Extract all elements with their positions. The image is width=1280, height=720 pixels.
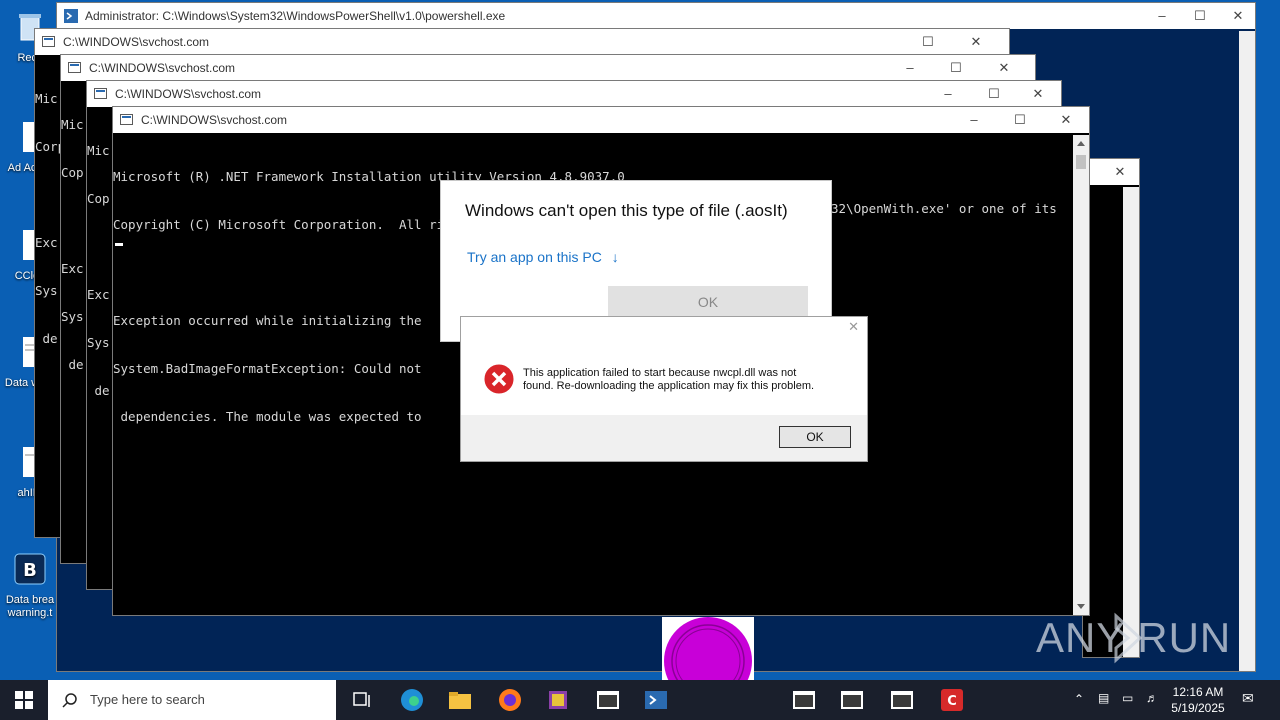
svg-text:B: B bbox=[23, 560, 37, 581]
console-icon bbox=[841, 691, 863, 709]
network-icon[interactable]: ▤ bbox=[1098, 691, 1109, 705]
overlay-box bbox=[662, 617, 754, 705]
powershell-icon bbox=[645, 691, 667, 709]
window-title: C:\WINDOWS\svchost.com bbox=[63, 35, 210, 49]
console-line-continuation: 32\OpenWith.exe' or one of its bbox=[831, 201, 1057, 216]
scroll-thumb[interactable] bbox=[1076, 155, 1086, 169]
scroll-up-arrow-icon[interactable] bbox=[1077, 141, 1085, 146]
dialog-title: Windows can't open this type of file (.a… bbox=[465, 201, 788, 220]
close-button[interactable]: ✕ bbox=[1225, 3, 1251, 29]
try-app-link[interactable]: Try an app on this PC ↓ bbox=[467, 249, 619, 265]
svchost-titlebar[interactable]: C:\WINDOWS\svchost.com – ☐ ✕ bbox=[113, 107, 1089, 133]
watermark-text: ANY RUN bbox=[1036, 614, 1232, 661]
maximize-button[interactable]: ☐ bbox=[915, 29, 941, 55]
close-button[interactable]: ✕ bbox=[848, 319, 859, 335]
ok-button[interactable]: OK bbox=[779, 426, 851, 448]
minimize-button[interactable]: – bbox=[897, 55, 923, 81]
winrar-icon bbox=[549, 691, 567, 709]
minimize-button[interactable]: – bbox=[1149, 3, 1175, 29]
svchost-titlebar[interactable]: C:\WINDOWS\svchost.com – ☐ ✕ bbox=[87, 81, 1061, 107]
powershell-taskbar-button[interactable] bbox=[632, 680, 680, 720]
console-icon bbox=[94, 88, 107, 99]
powershell-titlebar[interactable]: Administrator: C:\Windows\System32\Windo… bbox=[57, 3, 1255, 29]
console-icon bbox=[120, 114, 133, 125]
start-button[interactable] bbox=[0, 680, 48, 720]
desktop-icon-label: Data brea warning.t bbox=[5, 594, 55, 619]
svchost-titlebar[interactable]: ✕ bbox=[1083, 159, 1139, 185]
firefox-icon bbox=[499, 689, 521, 711]
clock-time: 12:16 AM bbox=[1172, 685, 1224, 699]
error-message-line: found. Re-downloading the application ma… bbox=[523, 380, 815, 392]
search-icon bbox=[62, 693, 77, 708]
error-icon bbox=[483, 363, 515, 395]
console-icon bbox=[68, 62, 81, 73]
close-button[interactable]: ✕ bbox=[1107, 159, 1133, 185]
tray-overflow-icon[interactable]: ⌃ bbox=[1074, 692, 1084, 706]
try-app-link-label: Try an app on this PC bbox=[467, 249, 602, 265]
error-dialog: ✕ This application failed to start becau… bbox=[460, 316, 868, 462]
anyrun-watermark: ANY RUN bbox=[1036, 608, 1236, 668]
monitor-icon[interactable]: ▭ bbox=[1122, 691, 1133, 705]
console-icon bbox=[42, 36, 55, 47]
window-title: Administrator: C:\Windows\System32\Windo… bbox=[85, 9, 506, 23]
console-taskbar-button[interactable] bbox=[780, 680, 828, 720]
edge-taskbar-button[interactable] bbox=[388, 680, 436, 720]
taskbar: Type here to search C ⌃ ▤ ▭ ♬ 12:16 AM 5… bbox=[0, 680, 1280, 720]
console-icon bbox=[793, 691, 815, 709]
console-taskbar-button[interactable] bbox=[878, 680, 926, 720]
console-taskbar-button[interactable] bbox=[828, 680, 876, 720]
folder-icon bbox=[449, 692, 471, 709]
ccleaner-taskbar-button[interactable]: C bbox=[928, 680, 976, 720]
bitdefender-icon: B bbox=[14, 553, 46, 585]
desktop: Recy Ad Acrob CClea Data warn ahIFI B Da… bbox=[0, 0, 1280, 705]
window-scrollbar[interactable] bbox=[1123, 187, 1139, 657]
minimize-button[interactable]: – bbox=[935, 81, 961, 107]
arrow-down-icon: ↓ bbox=[611, 249, 619, 265]
maximize-button[interactable]: ☐ bbox=[943, 55, 969, 81]
console-taskbar-button[interactable] bbox=[584, 680, 632, 720]
window-title: C:\WINDOWS\svchost.com bbox=[141, 113, 288, 127]
maximize-button[interactable]: ☐ bbox=[981, 81, 1007, 107]
close-button[interactable]: ✕ bbox=[1025, 81, 1051, 107]
minimize-button[interactable]: – bbox=[961, 107, 987, 133]
task-view-icon bbox=[353, 692, 370, 707]
svchost-titlebar[interactable]: C:\WINDOWS\svchost.com – ☐ ✕ bbox=[61, 55, 1035, 81]
windows-logo-icon bbox=[15, 691, 33, 709]
clock-date: 5/19/2025 bbox=[1171, 701, 1225, 715]
task-view-button[interactable] bbox=[338, 680, 386, 720]
notifications-icon[interactable]: ✉ bbox=[1242, 690, 1254, 707]
explorer-taskbar-button[interactable] bbox=[436, 680, 484, 720]
powershell-scrollbar[interactable] bbox=[1239, 31, 1255, 671]
maximize-button[interactable]: ☐ bbox=[1007, 107, 1033, 133]
maximize-button[interactable]: ☐ bbox=[1187, 3, 1213, 29]
activity-indicator-icon bbox=[664, 617, 752, 705]
console-icon bbox=[891, 691, 913, 709]
desktop-icon-data-breach[interactable]: B Data brea warning.t bbox=[2, 552, 58, 620]
volume-icon[interactable]: ♬ bbox=[1146, 691, 1158, 705]
dialog-footer: OK bbox=[461, 415, 867, 461]
window-title: C:\WINDOWS\svchost.com bbox=[89, 61, 236, 75]
close-button[interactable]: ✕ bbox=[991, 55, 1017, 81]
ccleaner-icon: C bbox=[941, 689, 963, 711]
ok-button[interactable]: OK bbox=[608, 286, 808, 318]
clock[interactable]: 12:16 AM 5/19/2025 bbox=[1166, 684, 1230, 716]
powershell-icon bbox=[64, 9, 78, 23]
console-scrollbar[interactable] bbox=[1073, 135, 1089, 615]
svg-text:C: C bbox=[947, 694, 957, 709]
edge-icon bbox=[401, 689, 423, 711]
app-taskbar-button[interactable] bbox=[534, 680, 582, 720]
window-title: C:\WINDOWS\svchost.com bbox=[115, 87, 262, 101]
error-message: This application failed to start because… bbox=[523, 367, 814, 393]
close-button[interactable]: ✕ bbox=[1053, 107, 1079, 133]
search-placeholder: Type here to search bbox=[90, 692, 205, 707]
console-cursor bbox=[115, 243, 123, 246]
error-message-line: This application failed to start because… bbox=[523, 367, 797, 379]
svchost-window-5[interactable]: ✕ bbox=[1082, 158, 1140, 658]
close-button[interactable]: ✕ bbox=[963, 29, 989, 55]
search-box[interactable]: Type here to search bbox=[48, 680, 336, 720]
console-icon bbox=[597, 691, 619, 709]
firefox-taskbar-button[interactable] bbox=[486, 680, 534, 720]
svchost-titlebar[interactable]: C:\WINDOWS\svchost.com ☐ ✕ bbox=[35, 29, 1009, 55]
